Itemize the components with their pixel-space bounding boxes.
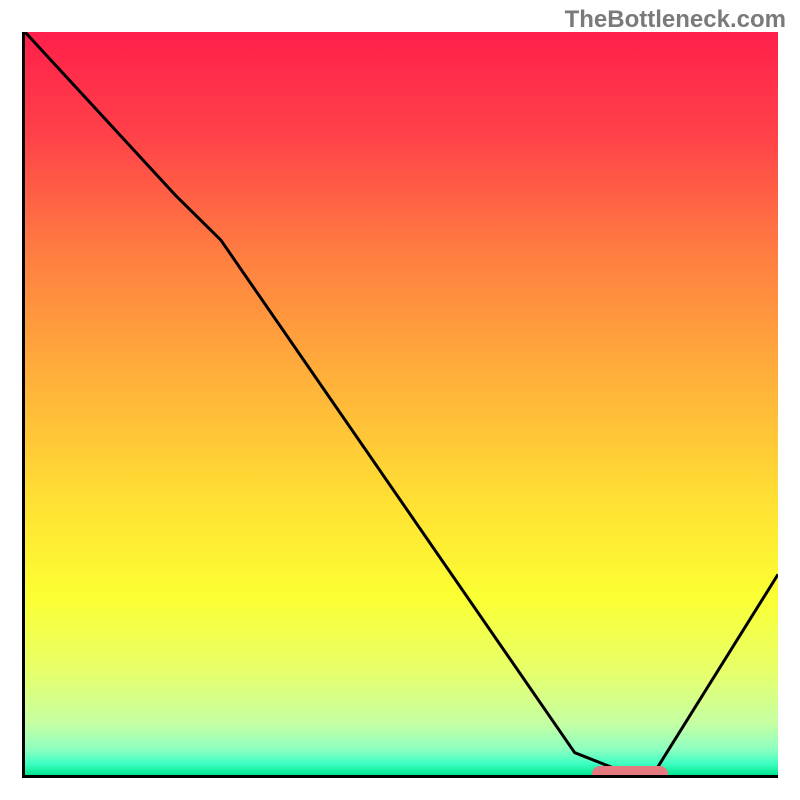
plot-area bbox=[22, 32, 778, 778]
curve-line bbox=[25, 32, 778, 775]
highlight-marker bbox=[592, 766, 668, 778]
watermark-text: TheBottleneck.com bbox=[565, 6, 786, 34]
